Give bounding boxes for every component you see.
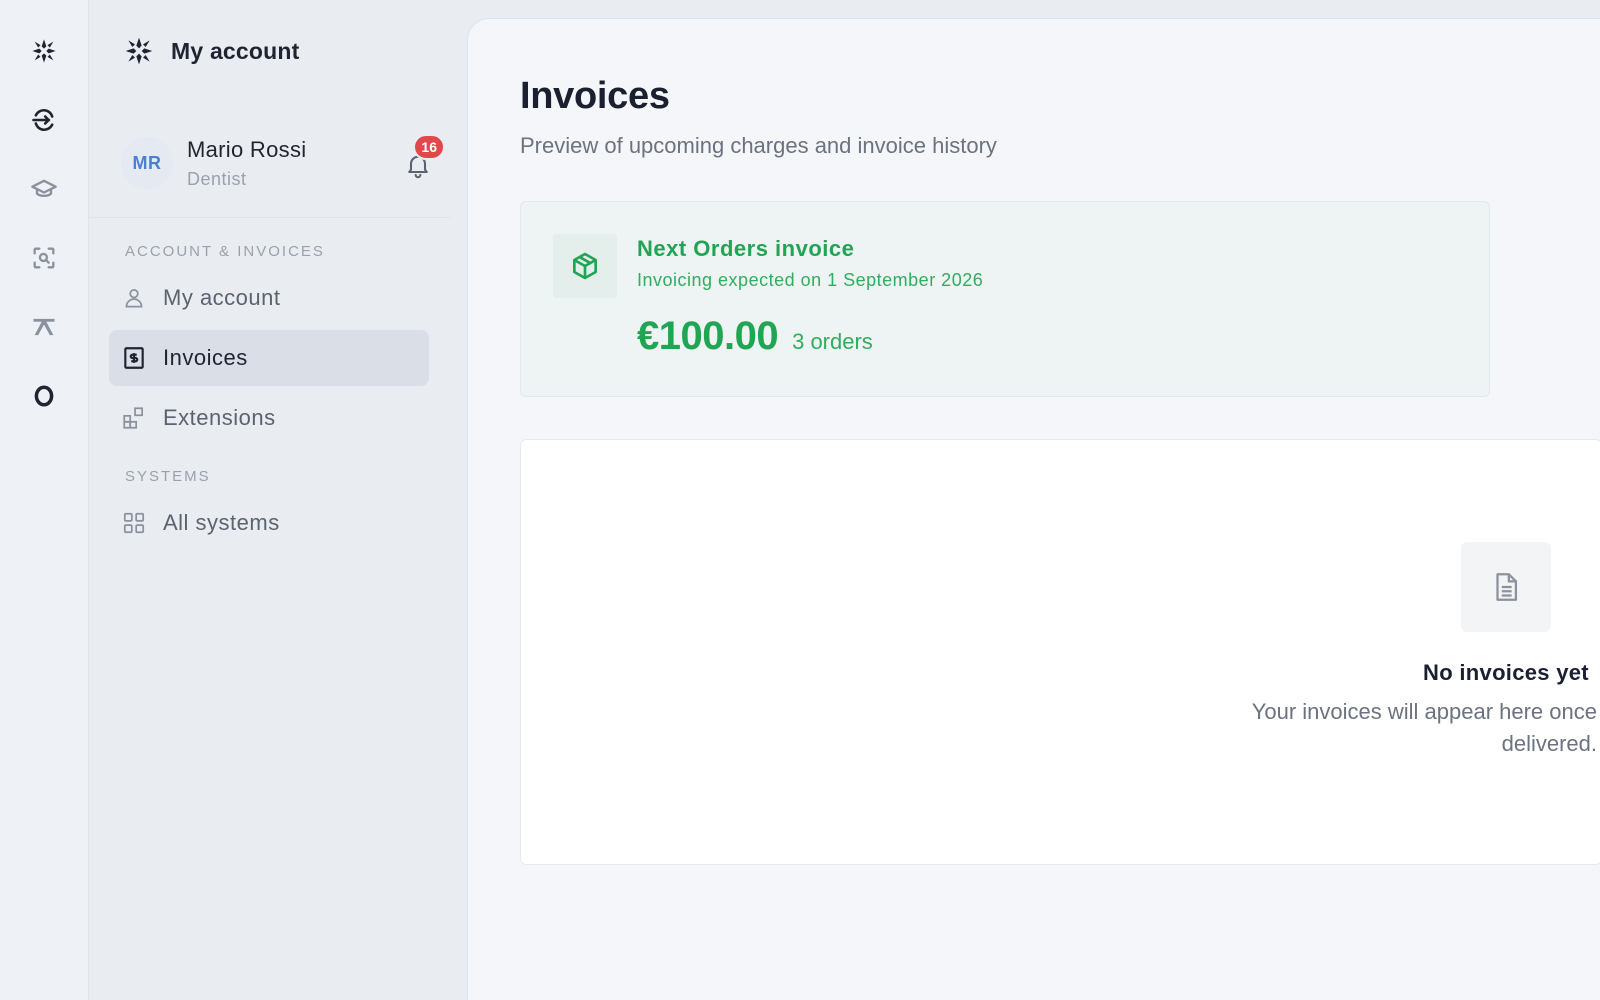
profile-name: Mario Rossi bbox=[187, 136, 307, 162]
empty-state-title: No invoices yet bbox=[1423, 660, 1589, 685]
next-invoice-title: Next Orders invoice bbox=[637, 236, 855, 261]
main-content: Invoices Preview of upcoming charges and… bbox=[467, 18, 1600, 1000]
document-icon bbox=[1496, 573, 1518, 601]
rail-ring-button[interactable] bbox=[22, 374, 66, 418]
section-label-systems: SYSTEMS bbox=[125, 468, 211, 485]
next-invoice-card: Next Orders invoice Invoicing expected o… bbox=[520, 201, 1490, 397]
sync-arrows-icon bbox=[32, 108, 54, 132]
next-invoice-expected: Invoicing expected on 1 September 2026 bbox=[637, 270, 984, 290]
fork-tool-icon bbox=[33, 318, 55, 336]
next-invoice-orders: 3 orders bbox=[792, 329, 873, 354]
rail-sync-button[interactable] bbox=[22, 98, 66, 142]
sidebar: My account MR Mario Rossi Dentist 16 ACC… bbox=[89, 0, 467, 1000]
sidebar-item-my-account[interactable]: My account bbox=[109, 270, 429, 326]
brand-logo-icon bbox=[32, 39, 56, 63]
next-invoice-amount: €100.00 bbox=[637, 314, 779, 358]
scan-search-icon bbox=[33, 247, 55, 269]
rail-scan-button[interactable] bbox=[22, 236, 66, 280]
extensions-icon bbox=[123, 407, 143, 429]
page-subtitle: Preview of upcoming charges and invoice … bbox=[520, 133, 997, 158]
ring-icon bbox=[34, 385, 54, 407]
package-icon bbox=[573, 252, 597, 280]
sidebar-divider bbox=[89, 217, 451, 218]
sidebar-item-extensions[interactable]: Extensions bbox=[109, 390, 429, 446]
sidebar-item-label: Extensions bbox=[163, 405, 276, 430]
empty-state-text: Your invoices will appear here once deli… bbox=[1251, 699, 1597, 756]
app-rail bbox=[0, 0, 89, 1000]
grid-icon bbox=[123, 512, 145, 534]
profile-role: Dentist bbox=[187, 168, 247, 189]
rail-brand-button[interactable] bbox=[22, 29, 66, 73]
user-profile: MR Mario Rossi Dentist 16 bbox=[121, 130, 445, 196]
brand-logo-icon bbox=[125, 37, 153, 65]
sidebar-item-all-systems[interactable]: All systems bbox=[109, 495, 429, 551]
package-icon-wrapper bbox=[553, 234, 617, 298]
sidebar-item-invoices[interactable]: Invoices bbox=[109, 330, 429, 386]
sidebar-item-label: All systems bbox=[163, 510, 280, 535]
invoice-history-card: No invoices yet Your invoices will appea… bbox=[520, 439, 1600, 865]
sidebar-title: My account bbox=[171, 37, 300, 64]
sidebar-item-label: Invoices bbox=[163, 345, 248, 370]
user-icon bbox=[125, 289, 143, 308]
sidebar-item-label: My account bbox=[163, 285, 281, 310]
section-label-account: ACCOUNT & INVOICES bbox=[125, 243, 325, 260]
invoice-icon bbox=[124, 347, 144, 369]
page-title: Invoices bbox=[520, 75, 670, 117]
rail-tool-button[interactable] bbox=[22, 305, 66, 349]
graduation-cap-icon bbox=[31, 179, 57, 198]
empty-state-icon-wrapper bbox=[1461, 542, 1551, 632]
rail-academy-button[interactable] bbox=[22, 167, 66, 211]
avatar[interactable]: MR bbox=[121, 137, 173, 189]
notification-count-badge: 16 bbox=[413, 134, 445, 160]
notifications-button[interactable]: 16 bbox=[397, 134, 445, 186]
sidebar-brand: My account bbox=[123, 34, 300, 68]
